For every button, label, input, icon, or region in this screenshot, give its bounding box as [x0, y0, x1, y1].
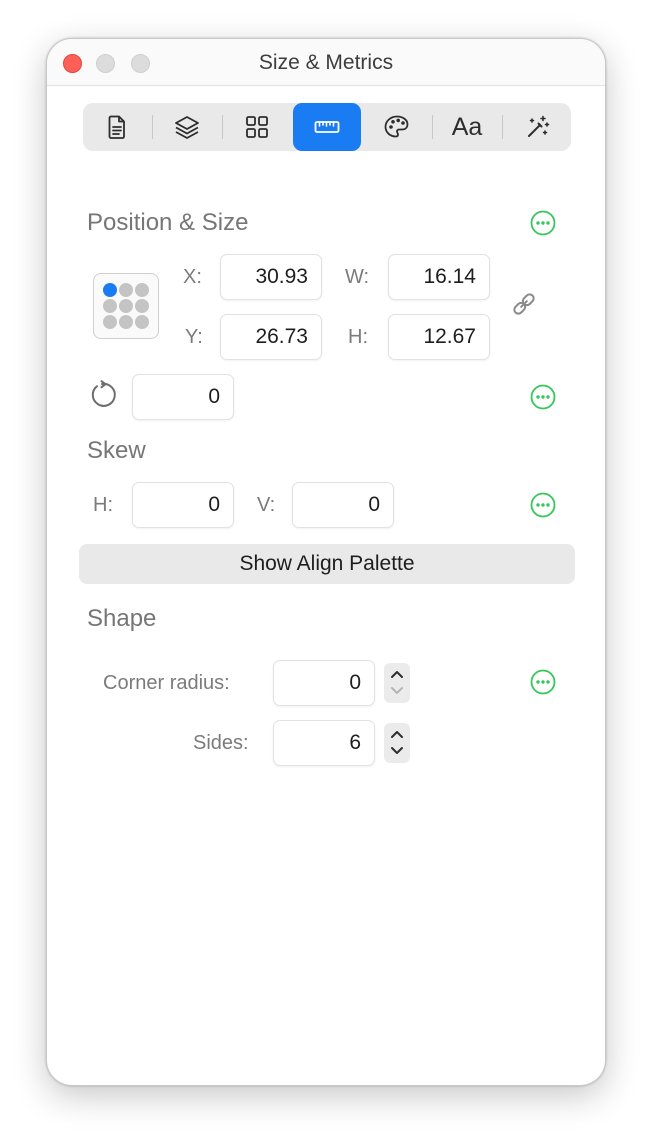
- skew-more-icon[interactable]: [530, 492, 556, 518]
- tab-style[interactable]: [363, 103, 431, 151]
- show-align-palette-button[interactable]: Show Align Palette: [79, 544, 575, 584]
- palette-icon: [384, 115, 409, 138]
- skew-v-label: V:: [257, 494, 276, 516]
- title-bar: Size & Metrics: [47, 39, 605, 86]
- x-label: X:: [183, 266, 202, 288]
- skew-h-label: H:: [93, 494, 113, 516]
- skew-v-field[interactable]: 0: [292, 482, 394, 528]
- width-field[interactable]: 16.14: [388, 254, 490, 300]
- link-icon[interactable]: [509, 289, 539, 319]
- anchor-dot[interactable]: [135, 315, 149, 329]
- rotation-more-icon[interactable]: [530, 384, 556, 410]
- layers-icon: [175, 116, 199, 139]
- anchor-dot[interactable]: [135, 299, 149, 313]
- ruler-icon: [314, 121, 340, 133]
- rotate-icon: [91, 380, 116, 407]
- tab-layers[interactable]: [153, 103, 221, 151]
- y-label: Y:: [185, 326, 203, 348]
- skew-h-field[interactable]: 0: [132, 482, 234, 528]
- inspector-window: Size & Metrics Aa Position & Size X: 30.…: [46, 38, 606, 1086]
- skew-heading: Skew: [87, 437, 146, 464]
- anchor-dot[interactable]: [119, 299, 133, 313]
- tab-arrange[interactable]: [223, 103, 291, 151]
- sides-stepper[interactable]: [384, 723, 410, 763]
- anchor-dot-selected[interactable]: [103, 283, 117, 297]
- text-icon: Aa: [451, 112, 483, 141]
- x-field[interactable]: 30.93: [220, 254, 322, 300]
- anchor-point-selector[interactable]: [93, 273, 159, 339]
- corner-radius-field[interactable]: 0: [273, 660, 375, 706]
- tab-size-metrics[interactable]: [293, 103, 361, 151]
- w-label: W:: [345, 266, 370, 288]
- anchor-dot[interactable]: [119, 315, 133, 329]
- rotation-field[interactable]: 0: [132, 374, 234, 420]
- chevron-down-icon[interactable]: [389, 685, 405, 697]
- sides-field[interactable]: 6: [273, 720, 375, 766]
- corner-radius-stepper[interactable]: [384, 663, 410, 703]
- sides-label: Sides:: [193, 732, 249, 754]
- tab-text[interactable]: Aa: [433, 103, 501, 151]
- anchor-dot[interactable]: [103, 299, 117, 313]
- chevron-up-icon[interactable]: [389, 668, 405, 680]
- shape-heading: Shape: [87, 605, 157, 632]
- chevron-up-icon[interactable]: [389, 728, 405, 740]
- chevron-down-icon[interactable]: [389, 745, 405, 757]
- anchor-dot[interactable]: [103, 315, 117, 329]
- grid-icon: [246, 116, 268, 138]
- shape-more-icon[interactable]: [530, 669, 556, 695]
- magic-wand-icon: [528, 115, 550, 137]
- height-field[interactable]: 12.67: [388, 314, 490, 360]
- tab-document[interactable]: [83, 103, 151, 151]
- h-label: H:: [348, 326, 368, 348]
- corner-radius-label: Corner radius:: [103, 672, 230, 694]
- position-size-heading: Position & Size: [87, 209, 249, 236]
- window-title: Size & Metrics: [258, 51, 394, 74]
- position-size-more-icon[interactable]: [530, 210, 556, 236]
- y-field[interactable]: 26.73: [220, 314, 322, 360]
- document-icon: [108, 115, 125, 139]
- anchor-dot[interactable]: [119, 283, 133, 297]
- inspector-tab-bar: Aa: [83, 103, 571, 151]
- anchor-dot[interactable]: [135, 283, 149, 297]
- tab-effects[interactable]: [503, 103, 571, 151]
